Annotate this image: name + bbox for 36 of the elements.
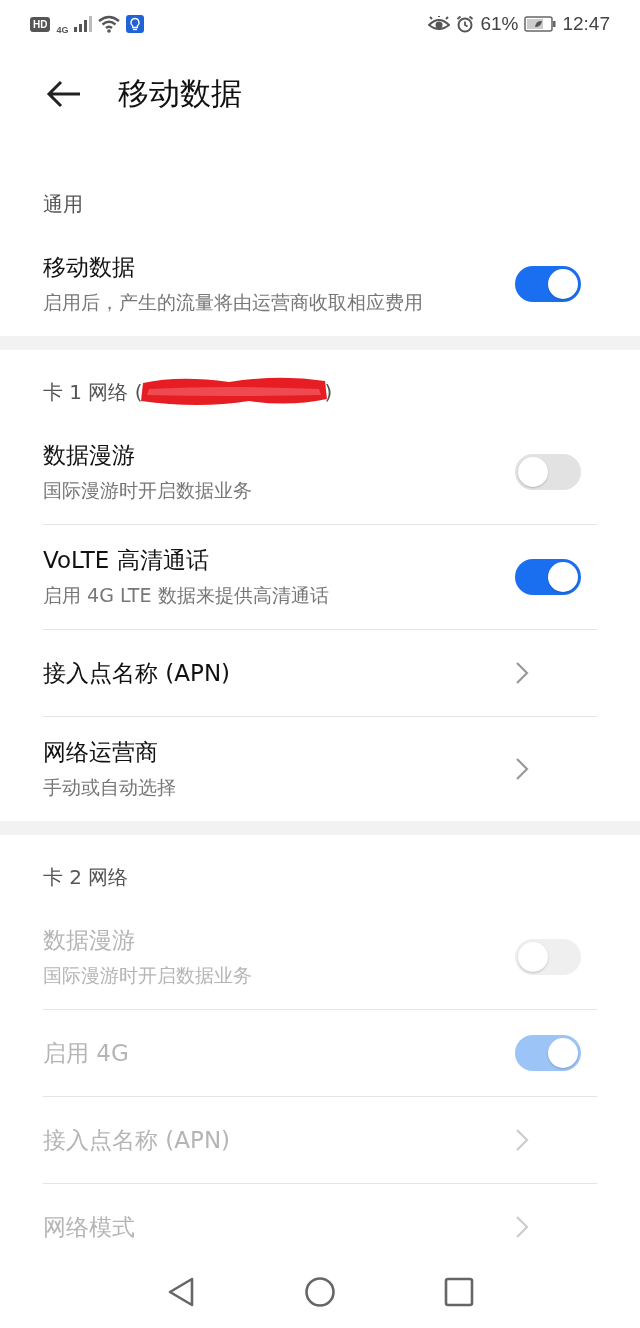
chevron-right-icon <box>515 661 529 685</box>
setting-description: 国际漫游时开启数据业务 <box>43 963 253 988</box>
network-type-label: 4G <box>56 25 69 35</box>
toggle-switch[interactable] <box>515 266 581 302</box>
chevron-right-icon <box>515 1215 529 1239</box>
chevron-right-icon <box>515 1128 529 1152</box>
toggle-switch[interactable] <box>515 454 581 490</box>
section-header-end: ) <box>324 380 333 404</box>
section-header: 卡 2 网络 <box>43 863 129 891</box>
clock-time: 12:47 <box>562 13 610 35</box>
setting-title: VoLTE 高清通话 <box>43 546 210 575</box>
setting-title: 数据漫游 <box>43 441 136 470</box>
alarm-icon <box>456 15 475 33</box>
setting-title: 移动数据 <box>43 253 136 282</box>
chevron-right-icon <box>515 757 529 781</box>
signal-icon <box>74 16 93 32</box>
battery-percent: 61% <box>480 13 519 35</box>
setting-description: 启用后，产生的流量将由运营商收取相应费用 <box>43 290 424 315</box>
setting-description: 手动或自动选择 <box>43 775 177 800</box>
lightbulb-icon <box>126 15 145 33</box>
setting-description: 启用 4G LTE 数据来提供高清通话 <box>43 583 330 608</box>
wifi-icon <box>98 15 121 33</box>
eye-icon <box>428 16 451 32</box>
page-title: 移动数据 <box>118 74 242 113</box>
setting-title: 启用 4G <box>43 1039 130 1068</box>
setting-title: 网络模式 <box>43 1213 136 1242</box>
setting-title: 接入点名称 (APN) <box>43 659 232 688</box>
setting-title: 网络运营商 <box>43 738 159 767</box>
toggle-switch[interactable] <box>515 559 581 595</box>
section-header: 通用 <box>43 190 83 218</box>
setting-title: 数据漫游 <box>43 926 136 955</box>
section-header: 卡 1 网络 ( <box>43 378 143 406</box>
hd-badge: HD <box>30 16 51 32</box>
setting-description: 国际漫游时开启数据业务 <box>43 478 253 503</box>
battery-icon <box>524 16 557 32</box>
setting-title: 接入点名称 (APN) <box>43 1126 232 1155</box>
